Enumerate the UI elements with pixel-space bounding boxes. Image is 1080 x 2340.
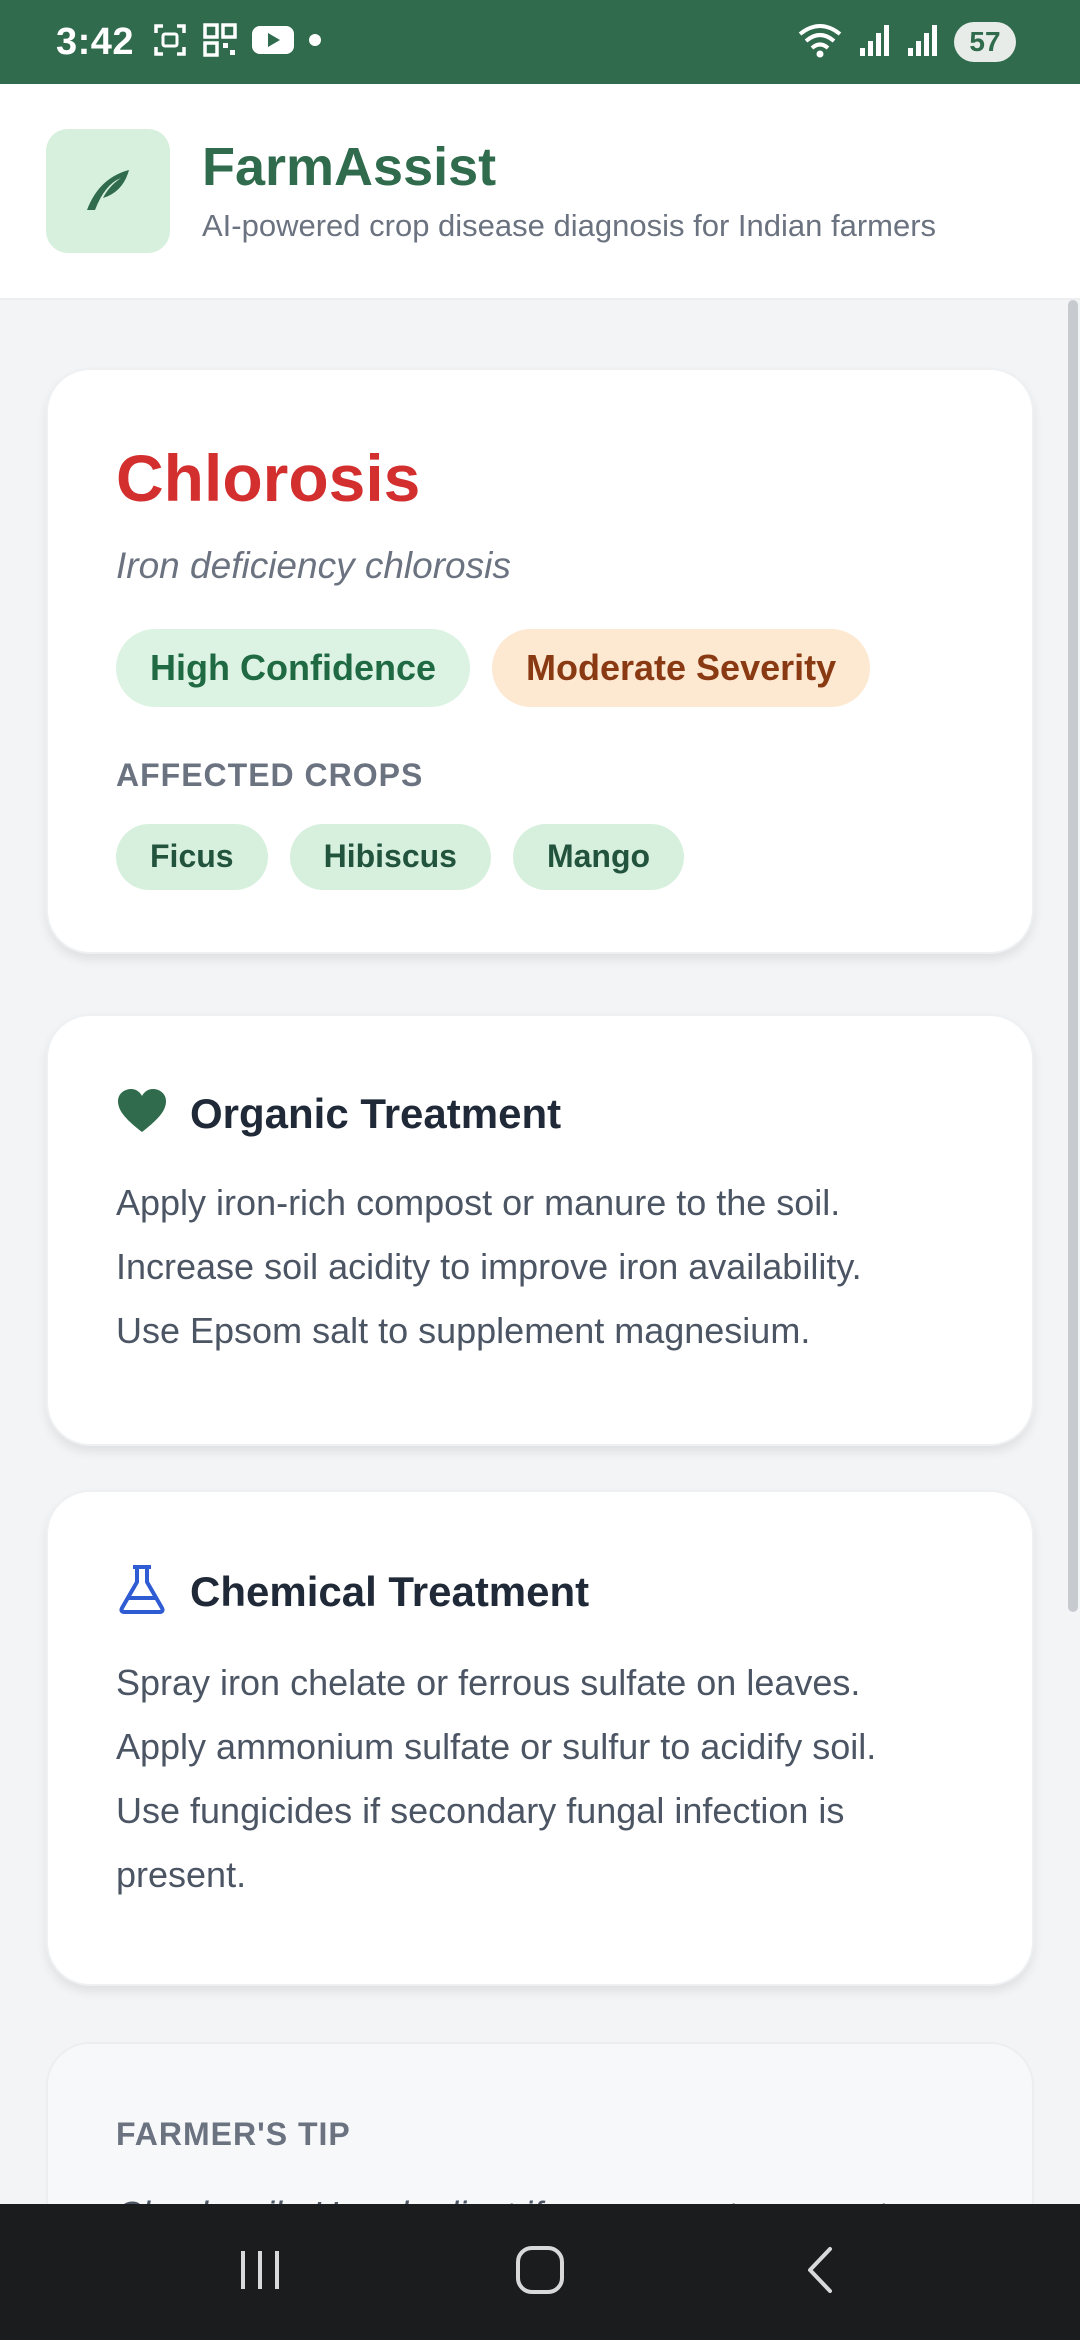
back-button[interactable] <box>760 2232 880 2312</box>
disease-scientific-name: Iron deficiency chlorosis <box>116 544 511 586</box>
chemical-treatment-title: Chemical Treatment <box>190 1567 590 1615</box>
severity-badge: Moderate Severity <box>492 628 871 707</box>
chemical-treatment-header: Chemical Treatment <box>116 1564 964 1619</box>
treatment-line: Increase soil acidity to improve iron av… <box>116 1246 862 1287</box>
chemical-treatment-card: Chemical Treatment Spray iron chelate or… <box>46 1490 1034 1986</box>
recent-apps-icon <box>235 2247 285 2298</box>
crop-chip: Ficus <box>116 823 268 890</box>
app-header: FarmAssist AI-powered crop disease diagn… <box>0 84 1080 300</box>
organic-treatment-text: Apply iron-rich compost or manure to the… <box>116 1171 964 1363</box>
confidence-badge: High Confidence <box>116 628 470 707</box>
affected-crops-list: Ficus Hibiscus Mango <box>116 823 964 890</box>
status-right: 57 <box>796 20 1016 65</box>
signal-icon <box>858 22 892 63</box>
farmer-tip-label: FARMER'S TIP <box>116 2116 351 2152</box>
back-icon <box>800 2245 840 2300</box>
heart-icon <box>116 1088 168 1139</box>
chemical-treatment-text: Spray iron chelate or ferrous sulfate on… <box>116 1651 964 1907</box>
screen: 3:42 57 FarmAssist AI-powered crop disea… <box>0 0 1080 2340</box>
crop-chip: Mango <box>512 823 685 890</box>
app-name: FarmAssist <box>202 137 497 198</box>
home-button[interactable] <box>480 2232 600 2312</box>
diagnosis-badges: High Confidence Moderate Severity <box>116 628 964 707</box>
crop-chip: Hibiscus <box>289 823 491 890</box>
status-bar: 3:42 57 <box>0 0 1080 84</box>
dot-icon <box>308 33 322 52</box>
header-text: FarmAssist AI-powered crop disease diagn… <box>202 137 937 243</box>
treatment-line: Apply ammonium sulfate or sulfur to acid… <box>116 1726 877 1767</box>
battery-icon: 57 <box>954 22 1016 62</box>
app-logo <box>46 129 170 253</box>
treatment-line: Spray iron chelate or ferrous sulfate on… <box>116 1662 861 1703</box>
wifi-icon <box>796 20 844 65</box>
affected-crops-label: AFFECTED CROPS <box>116 756 424 793</box>
youtube-icon <box>252 24 295 61</box>
app-subtitle: AI-powered crop disease diagnosis for In… <box>202 207 937 243</box>
recent-apps-button[interactable] <box>200 2232 320 2312</box>
disease-name: Chlorosis <box>116 441 421 515</box>
scrollbar[interactable] <box>1068 300 1078 1612</box>
signal-icon <box>906 22 940 63</box>
treatment-line: Use Epsom salt to supplement magnesium. <box>116 1310 811 1351</box>
treatment-line: Use fungicides if secondary fungal infec… <box>116 1790 845 1895</box>
status-left: 3:42 <box>56 21 322 64</box>
qr-scan-icon <box>202 22 238 63</box>
screenshot-icon <box>152 22 188 63</box>
organic-treatment-card: Organic Treatment Apply iron-rich compos… <box>46 1014 1034 1446</box>
flask-icon <box>116 1564 168 1619</box>
leaf-icon <box>73 154 143 229</box>
diagnosis-card: Chlorosis Iron deficiency chlorosis High… <box>46 368 1034 954</box>
treatment-line: Apply iron-rich compost or manure to the… <box>116 1182 841 1223</box>
organic-treatment-title: Organic Treatment <box>190 1089 562 1137</box>
status-icons-left <box>152 22 322 63</box>
organic-treatment-header: Organic Treatment <box>116 1088 964 1139</box>
status-time: 3:42 <box>56 20 135 63</box>
system-nav-bar <box>0 2204 1080 2340</box>
home-icon <box>514 2244 566 2301</box>
